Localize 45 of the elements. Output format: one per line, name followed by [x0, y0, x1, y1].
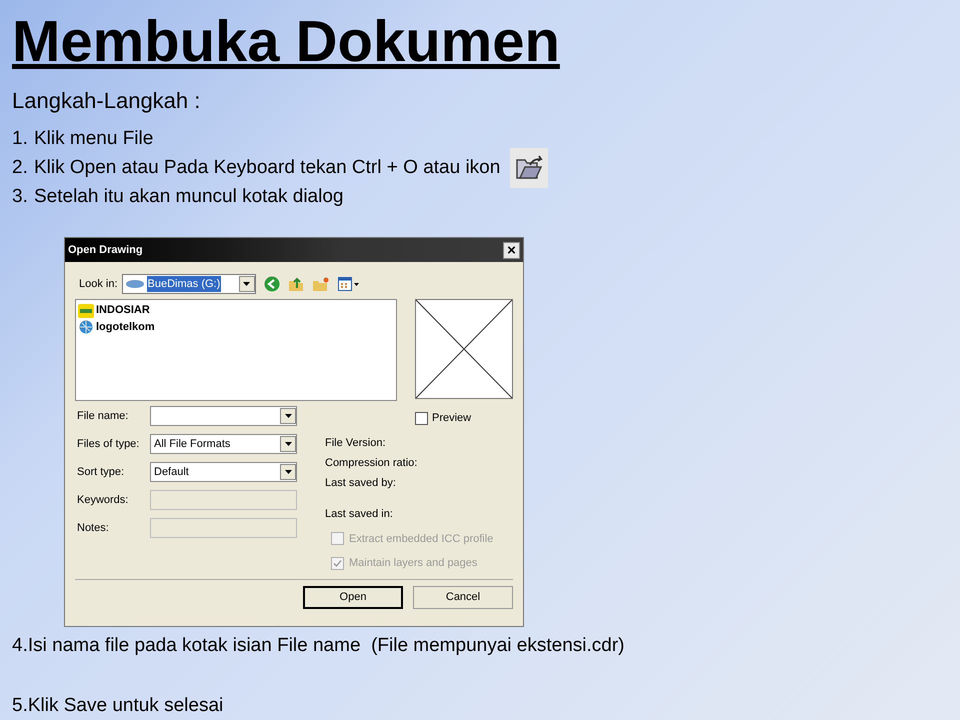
info-label: Last saved by: — [325, 476, 397, 490]
info-label: Last saved in: — [325, 508, 394, 520]
drive-icon — [126, 280, 144, 288]
globe-icon — [78, 320, 94, 336]
dropdown-field[interactable]: Default — [150, 462, 297, 482]
field-label: File name: — [77, 408, 130, 424]
dialog-button[interactable]: Cancel — [413, 586, 513, 608]
step-number: 3. — [12, 185, 29, 209]
step-text: 5.Klik Save untuk selesai — [12, 694, 224, 718]
back-icon[interactable] — [264, 276, 280, 292]
subtitle: Langkah-Langkah : — [12, 88, 200, 114]
view-menu-icon[interactable] — [338, 277, 360, 291]
info-label: File Version: — [325, 436, 387, 450]
new-folder-icon[interactable] — [312, 276, 330, 292]
info-label: Compression ratio: — [325, 456, 418, 470]
field-label: Sort type: — [77, 464, 126, 480]
step-text: 4.Isi nama file pada kotak isian File name (File mempunyai ekstensi.cdr) — [12, 634, 624, 658]
dropdown-field[interactable]: All File Formats — [150, 434, 297, 454]
option-label: Maintain layers and pages — [349, 556, 478, 571]
look-in-value: BueDimas (G:) — [146, 276, 222, 292]
step-text: Setelah itu akan muncul kotak dialog — [34, 185, 344, 209]
dropdown-field[interactable] — [150, 406, 297, 426]
step-number: 1. — [12, 127, 29, 151]
folder-up-icon[interactable] — [288, 276, 304, 292]
field-label: Files of type: — [77, 436, 140, 452]
step-text: Klik menu File — [34, 127, 154, 151]
field-label: Keywords: — [77, 492, 130, 508]
look-in-label: Look in: — [79, 276, 118, 292]
preview-label: Preview — [432, 411, 472, 426]
dialog-button[interactable]: Open — [303, 586, 403, 608]
open-folder-icon — [510, 148, 548, 188]
close-button[interactable]: × — [503, 242, 520, 258]
field-label: Notes: — [77, 520, 110, 536]
slide-title: Membuka Dokumen — [12, 12, 560, 72]
input-field[interactable] — [150, 490, 297, 510]
option-label: Extract embedded ICC profile — [349, 532, 494, 546]
checkbox[interactable] — [415, 412, 428, 425]
step-number: 2. — [12, 156, 29, 180]
file-item[interactable]: INDOSIAR — [78, 302, 150, 319]
input-field[interactable] — [150, 518, 297, 538]
look-in-dropdown[interactable]: BueDimas (G:) — [122, 274, 256, 294]
file-logo-icon — [78, 304, 94, 318]
window-title: Open Drawing — [68, 242, 143, 258]
file-item[interactable]: logotelkom — [78, 319, 155, 336]
step-text: Klik Open atau Pada Keyboard tekan Ctrl + O atau ikon — [34, 156, 500, 180]
